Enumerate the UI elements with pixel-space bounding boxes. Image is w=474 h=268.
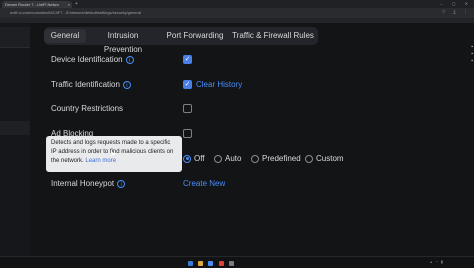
create-new-link[interactable]: Create New (183, 179, 225, 188)
radio-off[interactable]: Off (183, 154, 205, 163)
app-icon[interactable] (198, 261, 204, 266)
radio-custom-label: Custom (316, 154, 344, 163)
mouse-cursor-icon: ➤ (110, 151, 116, 158)
learn-more-link[interactable]: Learn more (85, 158, 116, 164)
app-icon[interactable] (228, 261, 234, 266)
radio-icon (251, 154, 259, 163)
new-tab-icon[interactable]: + (75, 1, 78, 8)
radio-icon (305, 154, 313, 163)
sidebar-item[interactable] (0, 27, 30, 48)
ad-blocking-checkbox[interactable] (183, 129, 192, 138)
tab-intrusion-prevention[interactable]: Intrusion Prevention (88, 29, 158, 54)
radio-selected-icon (183, 154, 191, 163)
info-icon[interactable]: i (122, 80, 131, 89)
device-identification-checkbox[interactable]: ✓ (183, 55, 192, 64)
radio-auto[interactable]: Auto (214, 154, 241, 163)
internal-honeypot-row: Internal Honeypot i (51, 179, 126, 188)
device-identification-label: Device Identification (51, 55, 123, 64)
system-tray[interactable]: ▴ ◔ ▮ (430, 259, 444, 264)
window-controls[interactable]: – ▢ ✕ (440, 0, 472, 8)
traffic-identification-label: Traffic Identification (51, 80, 120, 89)
info-icon[interactable]: i (125, 55, 134, 64)
tab-port-forwarding[interactable]: Port Forwarding (166, 29, 224, 43)
country-restrictions-label: Country Restrictions (51, 104, 124, 113)
country-restrictions-checkbox[interactable] (183, 104, 192, 113)
clear-history-link[interactable]: Clear History (196, 80, 242, 89)
radio-icon (214, 154, 222, 163)
close-tab-icon[interactable]: × (68, 1, 70, 8)
url-text[interactable]: unifi.ui.com/consoles/84C4F7...S/network… (10, 10, 141, 15)
radio-predefined-label: Predefined (262, 154, 301, 163)
internal-honeypot-label: Internal Honeypot (51, 179, 115, 188)
radio-off-label: Off (194, 154, 205, 163)
radio-predefined[interactable]: Predefined (251, 154, 301, 163)
address-bar[interactable]: unifi.ui.com/consoles/84C4F7...S/network… (0, 8, 474, 18)
left-sidebar (0, 23, 30, 266)
traffic-identification-row: Traffic Identification i (51, 80, 131, 89)
settings-tabs: General Intrusion Prevention Port Forwar… (44, 27, 318, 54)
browser-tab-strip: Dream Router 7 - UniFi Netwo × + – ▢ ✕ (0, 0, 474, 8)
os-taskbar: ▴ ◔ ▮ (0, 256, 474, 267)
app-icon[interactable] (208, 261, 214, 266)
app-icon[interactable] (188, 261, 193, 266)
tab-traffic-firewall-rules[interactable]: Traffic & Firewall Rules (232, 29, 314, 43)
right-edge-indicators: ▪ ▪ ▪ (471, 44, 473, 64)
app-icon[interactable] (218, 261, 224, 266)
tab-general[interactable]: General (44, 29, 86, 43)
bookmarks-bar (0, 18, 474, 23)
info-icon[interactable]: i (117, 179, 126, 188)
radio-auto-label: Auto (225, 154, 242, 163)
sidebar-item-active[interactable] (0, 121, 30, 135)
traffic-identification-checkbox[interactable]: ✓ (183, 80, 192, 89)
browser-tab[interactable]: Dream Router 7 - UniFi Netwo × (2, 1, 72, 8)
browser-tab-title: Dream Router 7 - UniFi Netwo (5, 2, 59, 7)
device-identification-row: Device Identification i (51, 55, 134, 64)
radio-custom[interactable]: Custom (305, 154, 344, 163)
taskbar-apps (188, 259, 237, 268)
browser-toolbar-icons[interactable]: ☆ ⤓ ⋮ (442, 9, 471, 15)
